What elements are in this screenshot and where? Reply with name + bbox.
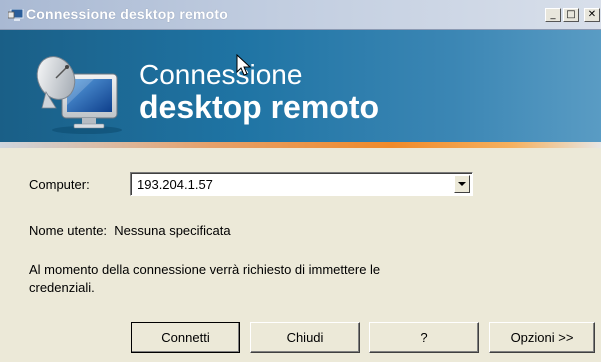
computer-input[interactable]: 193.204.1.57: [137, 177, 213, 192]
computer-combobox[interactable]: 193.204.1.57: [130, 172, 473, 196]
options-button-label: Opzioni >>: [510, 330, 574, 345]
minimize-button[interactable]: _: [545, 8, 561, 22]
combobox-dropdown-button[interactable]: [454, 175, 470, 193]
title-bar[interactable]: Connessione desktop remoto _ □ ✕: [0, 0, 603, 30]
banner-title-line1: Connessione: [139, 59, 303, 90]
mouse-cursor-icon: [236, 54, 252, 76]
options-button[interactable]: Opzioni >>: [489, 322, 595, 353]
computer-label: Computer:: [29, 177, 90, 192]
remote-desktop-logo-icon: [36, 56, 122, 134]
help-button-label: ?: [420, 330, 428, 345]
connect-button[interactable]: Connetti: [131, 322, 240, 353]
window-title: Connessione desktop remoto: [26, 6, 229, 22]
remote-desktop-window: Connessione desktop remoto _ □ ✕ Conness…: [0, 0, 603, 362]
info-text-line1: Al momento della connessione verrà richi…: [29, 262, 381, 277]
help-button[interactable]: ?: [369, 322, 479, 353]
banner-title-line2: desktop remoto: [139, 89, 380, 125]
maximize-button[interactable]: □: [563, 8, 579, 22]
close-window-button[interactable]: ✕: [584, 8, 600, 22]
close-button[interactable]: Chiudi: [250, 322, 360, 353]
remote-desktop-icon: [8, 9, 24, 21]
minimize-icon: _: [550, 9, 556, 20]
connect-button-label: Connetti: [161, 330, 210, 345]
close-button-label: Chiudi: [286, 330, 324, 345]
username-text: Nome utente: Nessuna specificata: [29, 223, 231, 238]
maximize-icon: □: [566, 9, 576, 20]
info-text-line2: credenziali.: [29, 280, 95, 295]
header-banner: Connessione desktop remoto: [0, 30, 603, 142]
chevron-down-icon: [458, 182, 466, 186]
close-icon: ✕: [587, 9, 597, 20]
